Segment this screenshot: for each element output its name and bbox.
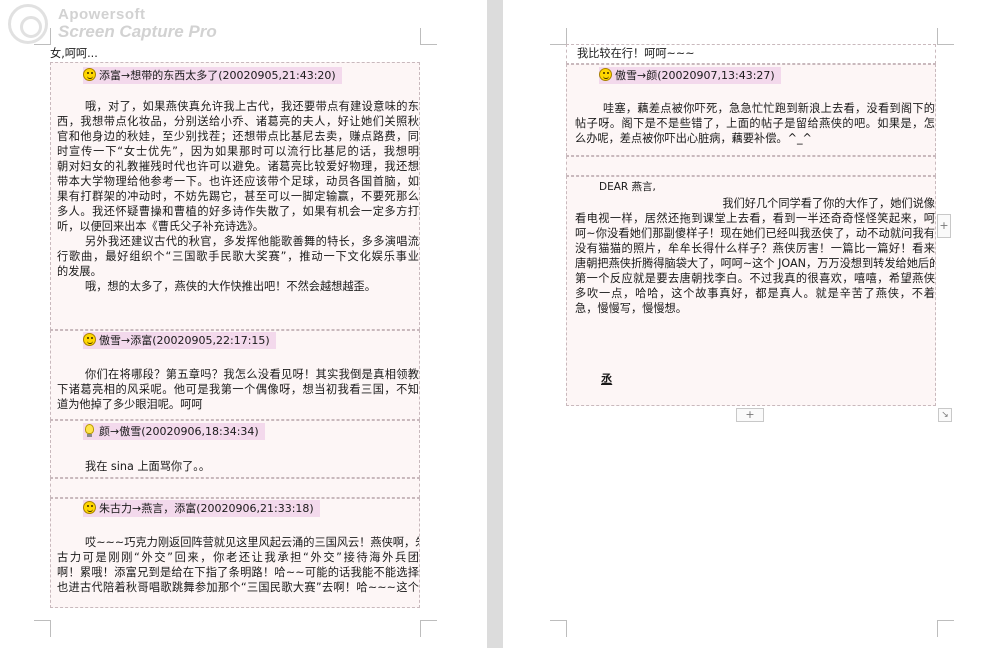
post-line: 带本大学物理给他参考一下。也许还应该带个足球，动员各国首脑，如 [57,175,419,188]
page1-corner-mark [34,620,51,637]
post-cell[interactable]: 傲雪→颜(20020907,13:43:27) 哇塞，藕差点被你吓死，急急忙忙跑… [566,64,936,156]
post-line: 哦，对了，如果燕侠真允许我上古代，我还要带点有建设意味的东 [85,100,419,113]
letter-line: 呵~你没看她们那副傻样子！现在她们已经叫我丞侠了，动不动就问我有 [575,227,935,240]
letter-salutation: DEAR 燕言, [599,181,656,193]
smiley-icon [83,68,96,81]
post-header-text: 颜→傲雪(20020906,18:34:34) [99,425,259,438]
post-line: 哦，想的太多了，燕侠的大作快推出吧！不然会越想越歪。 [85,280,376,293]
post-line: 多人。我还怀疑曹操和曹植的好多诗作失散了，如果有机会一定多方打 [57,205,419,218]
post-body: 哇塞，藕差点被你吓死，急急忙忙跑到新浪上去看，没看到阁下的 帖子呀。阁下是不是些… [575,101,935,146]
post-cell[interactable]: 傲雪→添富(20020905,22:17:15) 你们在将哪段？第五章吗？我怎么… [50,330,420,420]
post-line: 果有打群架的冲动时，不妨先踢它，甚至可以一脚定输赢，不要死那么 [57,190,419,203]
page2-corner-mark [937,620,954,637]
empty-cell[interactable] [566,156,936,176]
page1-corner-mark [420,620,437,637]
letter-line: 急，慢慢写，慢慢想。 [575,302,687,315]
post-cell[interactable]: 朱古力→燕言，添富(20020906,21:33:18) 哎~~~巧克力刚返回阵… [50,498,420,608]
lightbulb-icon [85,424,94,437]
page2-corner-mark [550,620,567,637]
post-line: 也进古代陪着秋哥唱歌跳舞参加那个“三国民歌大赛”去啊！哈~~~这个 [57,581,419,594]
letter-line: 唐朝把燕侠折腾得脑袋大了，呵呵~这个 JOAN，万万没想到转发给她后的 [575,257,936,270]
post-header-text: 傲雪→添富(20020905,22:17:15) [99,334,270,347]
empty-cell[interactable] [50,478,420,498]
post-cell[interactable]: 颜→傲雪(20020906,18:34:34) 我在 sina 上面骂你了。。 [50,420,420,478]
letter-line: 多吹一点，哈哈，这个故事真好，都是真人。就是辛苦了燕侠，不着 [575,287,935,300]
page2-corner-mark [550,28,567,45]
post-line: 听，以便回来出本《曹氏父子补充诗选》。 [57,220,264,233]
post-line: 西，我想带点化妆品，分别送给小乔、诸葛亮的夫人，好让她们关照秋 [57,115,419,128]
page2-top-text: 我比较在行！呵呵~~~ [577,47,695,60]
letter-line: 看电视一样，居然还拖到课堂上去看，看到一半还奇奇怪怪笑起来，呵 [575,212,935,225]
post-line: 啊！累哦！添富兄到是给在下指了条明路！哈~~可能的话我能不能选择 [57,566,419,579]
post-line: 帖子呀。阁下是不是些错了，上面的帖子是留给燕侠的吧。如果是，怎 [575,117,935,130]
post-line: 另外我还建议古代的秋官，多发挥他能歌善舞的特长，多多演唱流 [85,235,419,248]
page-gutter [487,0,503,648]
post-header: 傲雪→添富(20020905,22:17:15) [83,332,276,349]
post-header: 朱古力→燕言，添富(20020906,21:33:18) [83,500,320,517]
smiley-icon [83,333,96,346]
post-header-text: 朱古力→燕言，添富(20020906,21:33:18) [99,502,314,515]
letter-line: 第一个反应就是要去唐朝找李白。不过我真的很喜欢，嘻嘻，希望燕侠 [575,272,935,285]
post-line: 哎~~~巧克力刚返回阵营就见这里风起云涌的三国风云！燕侠啊，朱 [85,536,420,549]
smiley-icon [599,68,612,81]
post-line: 官和他身边的秋娃，至少别找茬；还想带点比基尼去卖，赚点路费，同 [57,130,419,143]
post-header: 添富→想带的东西太多了(20020905,21:43:20) [83,67,342,84]
page1-corner-mark [34,28,51,45]
letter-line: 没有猫猫的照片，牟牟长得什么样子？燕侠厉害！一篇比一篇好！看来 [575,242,935,255]
text-cell[interactable]: 我比较在行！呵呵~~~ [566,44,936,64]
page1-top-text: 女,呵呵... [50,47,98,60]
post-line: 哇塞，藕差点被你吓死，急急忙忙跑到新浪上去看，没看到阁下的 [603,102,935,115]
page2-corner-mark [937,28,954,45]
post-cell[interactable]: 添富→想带的东西太多了(20020905,21:43:20) 哦，对了，如果燕侠… [50,62,420,330]
letter-body: 我们好几个同学看了你的大作了，她们说像 看电视一样，居然还拖到课堂上去看，看到一… [575,196,935,316]
page1-corner-mark [420,28,437,45]
post-header-text: 傲雪→颜(20020907,13:43:27) [615,69,775,82]
post-line: 的发展。 [57,265,102,278]
letter-cell[interactable]: DEAR 燕言, 我们好几个同学看了你的大作了，她们说像 看电视一样，居然还拖到… [566,176,936,406]
post-header: 傲雪→颜(20020907,13:43:27) [599,67,781,84]
add-row-button[interactable]: + [736,408,764,422]
letter-line: 我们好几个同学看了你的大作了，她们说像 [722,197,935,210]
watermark-line2: Screen Capture Pro [58,22,217,41]
post-body: 哎~~~巧克力刚返回阵营就见这里风起云涌的三国风云！燕侠啊，朱 古力可是刚刚“外… [57,535,419,595]
post-body: 哦，对了，如果燕侠真允许我上古代，我还要带点有建设意味的东 西，我想带点化妆品，… [57,99,419,294]
post-body: 你们在将哪段？第五章吗？我怎么没看见呀！其实我倒是真相领教 下诸葛亮相的风采呢。… [57,367,419,412]
smiley-icon [83,501,96,514]
post-line: 道为他掉了多少眼泪呢。呵呵 [57,398,203,411]
add-column-button[interactable]: + [937,214,951,238]
post-line: 你们在将哪段？第五章吗？我怎么没看见呀！其实我倒是真相领教 [85,368,419,381]
watermark-line1: Apowersoft [58,6,146,23]
post-header: 颜→傲雪(20020906,18:34:34) [83,423,265,440]
post-line: 下诸葛亮相的风采呢。他可是我第一个偶像呀，想当初我看三国，不知 [57,383,419,396]
post-line: 时宣传一下“女士优先”，因为如果那时可以流行比基尼的话，我想明 [57,145,419,158]
post-line: 么办呢，差点被你吓出心脏病，藕要补偿。^_^ [575,132,812,145]
letter-signature: 丞 [601,373,613,386]
post-line: 行歌曲，最好组织个“三国歌手民歌大奖赛”，推动一下文化娱乐事业 [57,250,419,263]
post-header-text: 添富→想带的东西太多了(20020905,21:43:20) [99,69,336,82]
post-line: 朝对妇女的礼教摧残时代也许可以避免。诸葛亮比较爱好物理，我还想 [57,160,419,173]
resize-table-handle[interactable]: ↘ [938,408,952,422]
post-line: 古力可是刚刚“外交”回来，你老还让我承担“外交”接待海外兵团 [57,551,419,564]
post-line: 我在 sina 上面骂你了。。 [85,460,211,473]
